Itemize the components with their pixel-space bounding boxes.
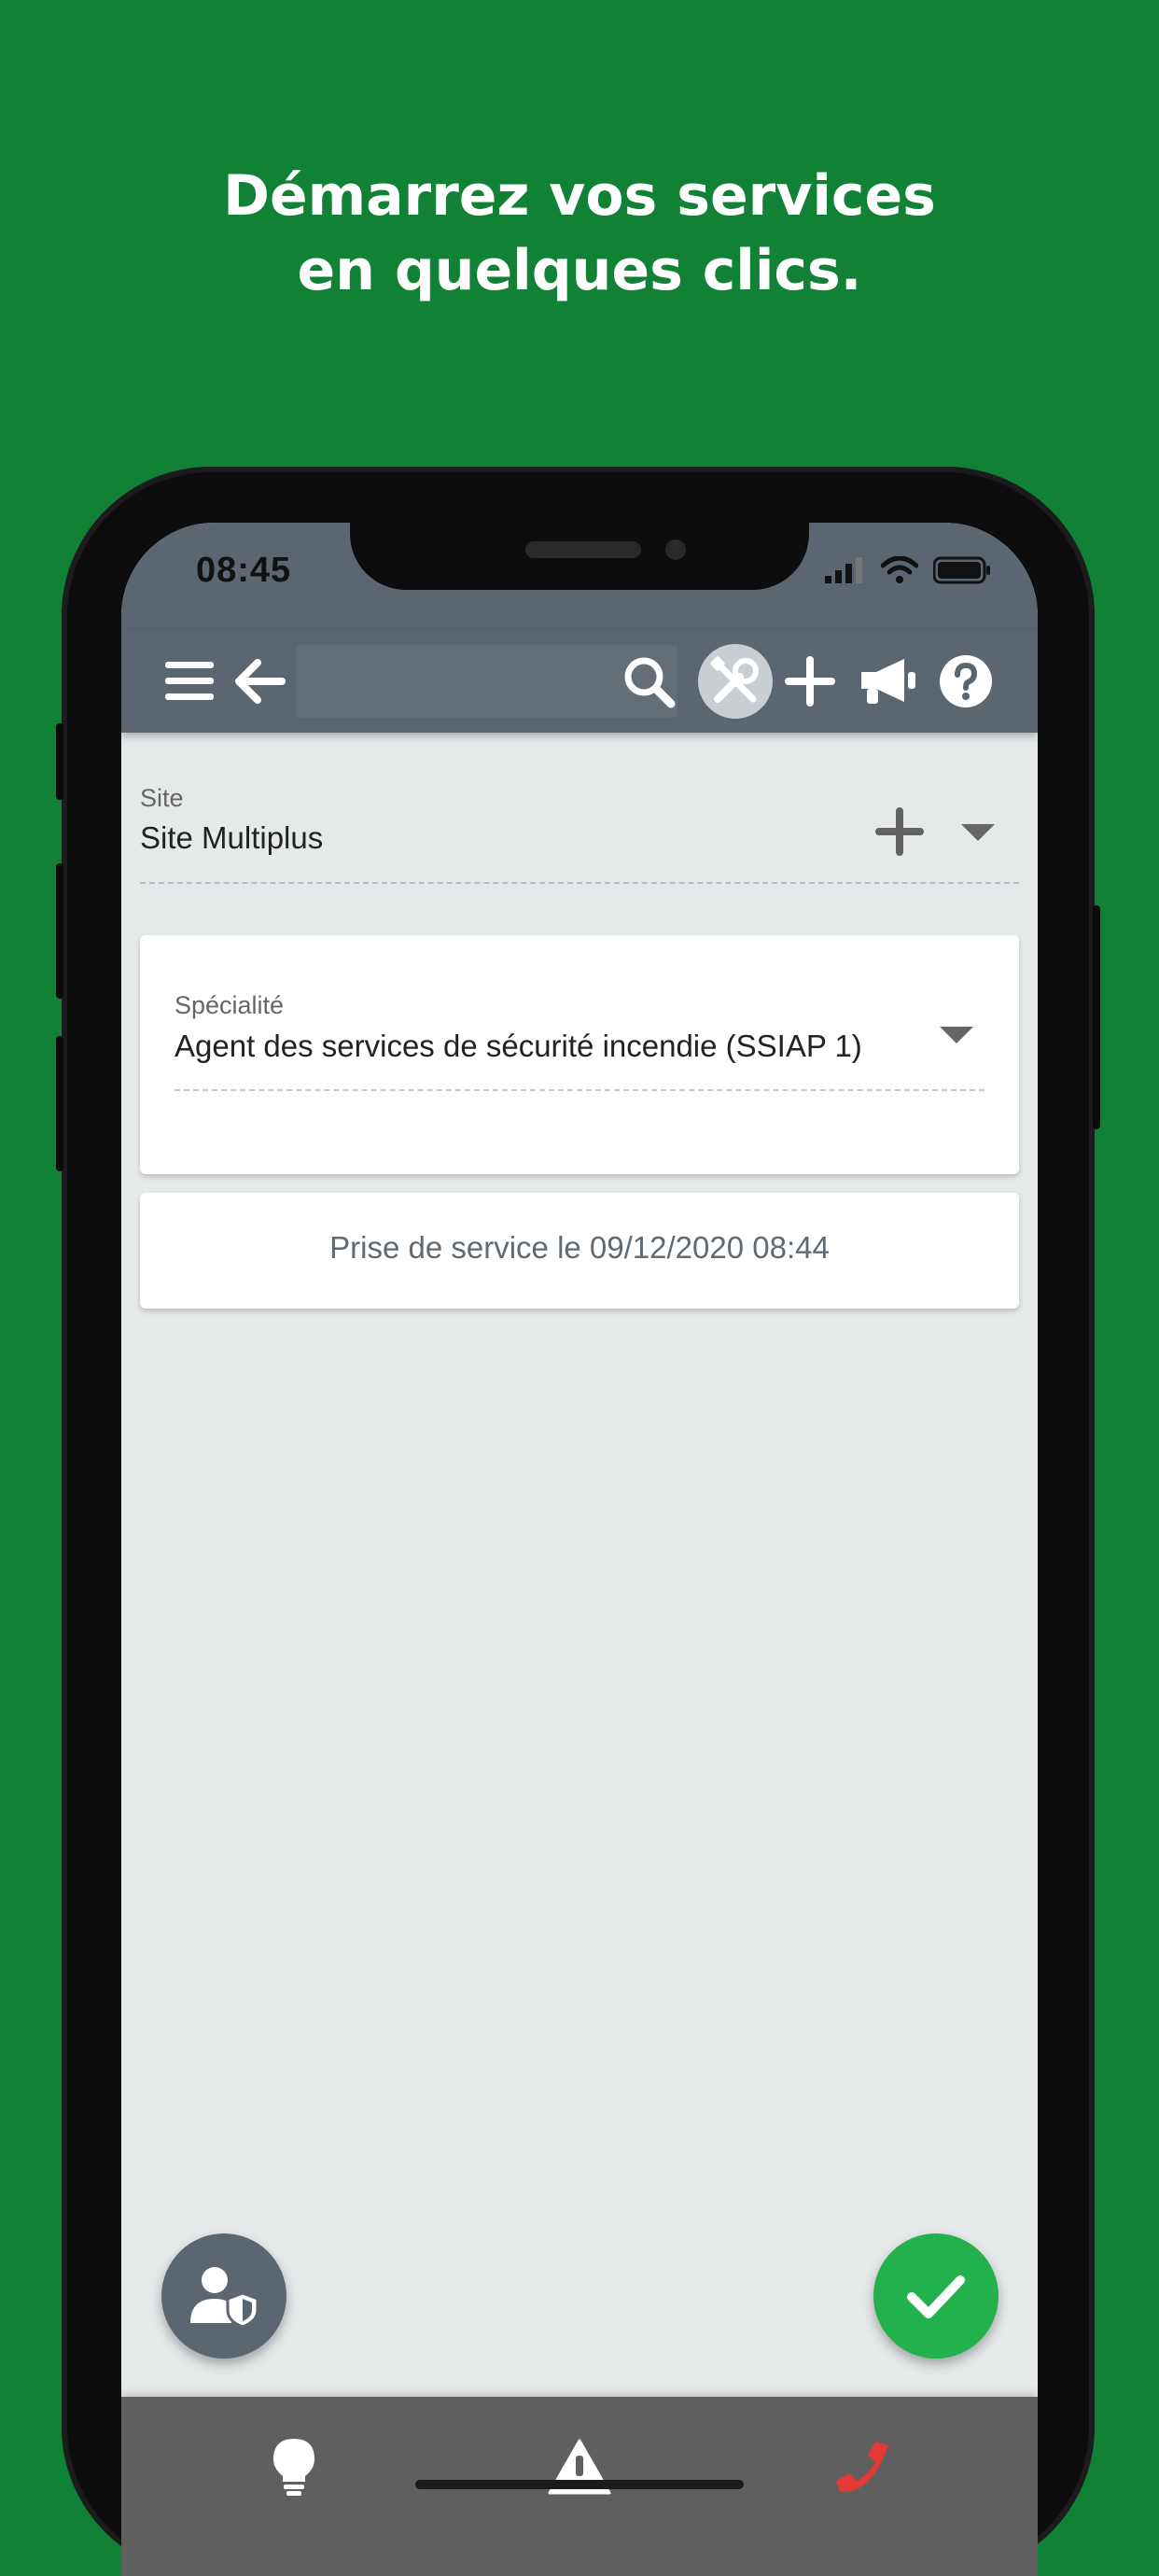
check-icon — [907, 2275, 965, 2318]
status-icons — [825, 556, 991, 584]
chevron-down-icon[interactable] — [959, 822, 997, 843]
specialite-value: Agent des services de sécurité incendie … — [175, 1029, 862, 1063]
back-arrow-icon[interactable] — [226, 649, 291, 714]
app-toolbar — [121, 630, 1038, 733]
service-start-text: Prise de service le 09/12/2020 08:44 — [329, 1230, 830, 1265]
specialite-label: Spécialité — [175, 991, 285, 1019]
tools-icon[interactable] — [698, 644, 773, 719]
home-indicator[interactable] — [415, 2480, 744, 2489]
app-screen: 08:45 Site Site Multiplus Spécialité Age… — [121, 523, 1038, 2576]
confirm-button[interactable] — [873, 2233, 998, 2359]
status-time: 08:45 — [196, 551, 292, 590]
site-select[interactable]: Site Site Multiplus — [140, 770, 1019, 884]
user-shield-icon — [190, 2267, 259, 2327]
site-value: Site Multiplus — [140, 820, 324, 855]
user-shield-button[interactable] — [161, 2233, 286, 2359]
specialite-select[interactable]: Spécialité Agent des services de sécurit… — [175, 991, 984, 1091]
phone-silent-switch — [56, 723, 63, 800]
menu-icon[interactable] — [157, 649, 222, 714]
megaphone-icon[interactable] — [855, 649, 920, 714]
wifi-icon — [881, 556, 918, 583]
notch-speaker — [525, 541, 641, 558]
service-card: Prise de service le 09/12/2020 08:44 — [140, 1193, 1019, 1309]
specialite-card: Spécialité Agent des services de sécurit… — [140, 935, 1019, 1174]
phone-notch — [350, 523, 809, 590]
search-icon[interactable] — [616, 649, 681, 714]
add-site-icon[interactable] — [875, 807, 924, 856]
chevron-down-icon[interactable] — [938, 1025, 975, 1045]
headline-line-2: en quelques clics. — [297, 238, 862, 303]
notch-camera — [665, 539, 686, 560]
battery-icon — [933, 556, 990, 584]
help-icon[interactable] — [933, 649, 998, 714]
phone-volume-down — [56, 1036, 63, 1171]
phone-volume-up — [56, 863, 63, 999]
add-icon[interactable] — [777, 649, 843, 714]
headline-line-1: Démarrez vos services — [223, 163, 936, 229]
warning-icon[interactable] — [547, 2434, 612, 2499]
phone-icon[interactable] — [831, 2434, 896, 2499]
site-label: Site — [140, 784, 184, 812]
lightbulb-icon[interactable] — [261, 2434, 327, 2499]
phone-power-button — [1093, 905, 1100, 1129]
headline: Démarrez vos services en quelques clics. — [0, 159, 1159, 308]
signal-icon — [825, 557, 862, 583]
